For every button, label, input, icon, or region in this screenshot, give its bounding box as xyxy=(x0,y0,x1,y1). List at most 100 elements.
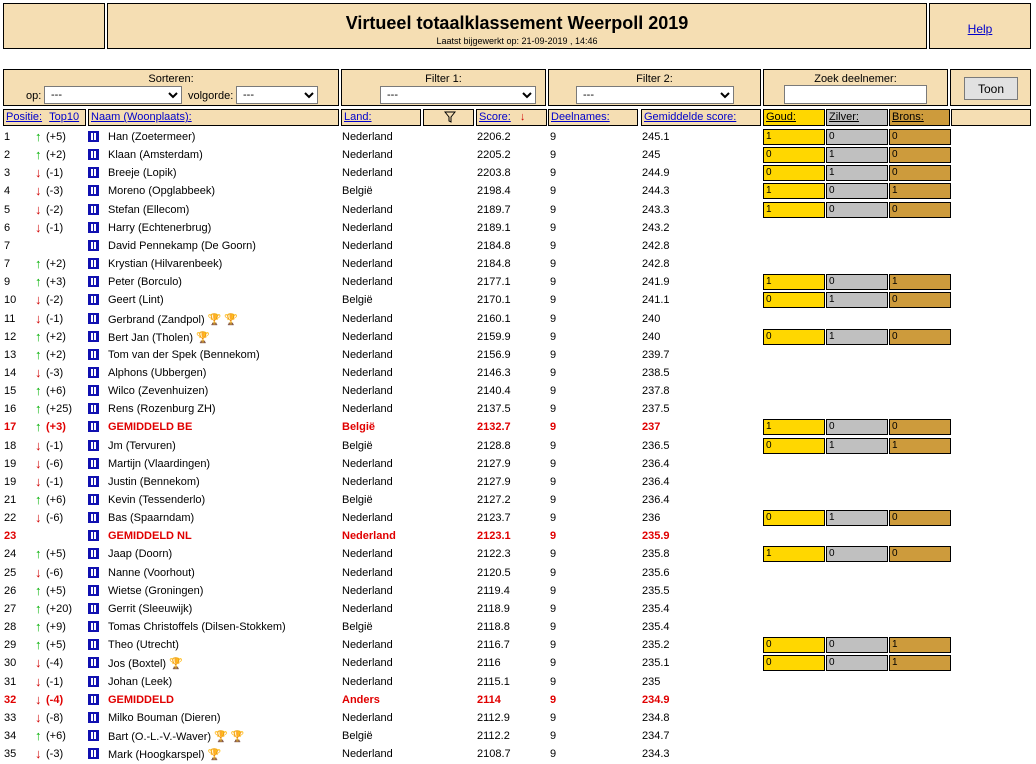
profile-icon[interactable] xyxy=(88,748,99,760)
profile-icon[interactable] xyxy=(88,621,99,633)
participant-name[interactable]: Wilco (Zevenhuizen) xyxy=(108,385,208,397)
participant-name[interactable]: Harry (Echtenerbrug) xyxy=(108,222,211,234)
profile-icon[interactable] xyxy=(88,203,99,215)
participant-name[interactable]: Bart (O.-L.-V.-Waver) 🏆 🏆 xyxy=(108,730,245,743)
table-row: 24 ↑ (+5) Jaap (Doorn) Nederland 2122.3 9 235.8… xyxy=(0,545,1036,563)
participant-name[interactable]: Wietse (Groningen) xyxy=(108,585,203,597)
position-cell: 25 xyxy=(4,566,17,579)
profile-icon[interactable] xyxy=(88,421,99,433)
participant-name[interactable]: Peter (Borculo) xyxy=(108,276,182,288)
sort-deelnames-link[interactable]: Deelnames: xyxy=(551,111,610,123)
profile-icon[interactable] xyxy=(88,312,99,324)
profile-icon[interactable] xyxy=(88,475,99,487)
participant-name[interactable]: Rens (Rozenburg ZH) xyxy=(108,403,216,415)
position-cell: 6 xyxy=(4,221,11,234)
profile-icon[interactable] xyxy=(88,330,99,342)
participant-name[interactable]: Martijn (Vlaardingen) xyxy=(108,458,210,470)
profile-icon[interactable] xyxy=(88,403,99,415)
participant-name[interactable]: Krystian (Hilvarenbeek) xyxy=(108,258,222,270)
profile-icon[interactable] xyxy=(88,639,99,651)
profile-icon[interactable] xyxy=(88,657,99,669)
table-row: 9 ↑ (+3) Peter (Borculo) Nederland 2177.1 9 241… xyxy=(0,273,1036,291)
profile-icon[interactable] xyxy=(88,494,99,505)
zilver-label[interactable]: Zilver: xyxy=(829,111,859,123)
participant-name[interactable]: Stefan (Ellecom) xyxy=(108,204,189,216)
profile-icon[interactable] xyxy=(88,258,99,270)
profile-icon[interactable] xyxy=(88,602,99,614)
participant-name[interactable]: Theo (Utrecht) xyxy=(108,639,179,651)
participant-name[interactable]: Kevin (Tessenderlo) xyxy=(108,494,205,506)
profile-icon[interactable] xyxy=(88,149,99,161)
profile-icon[interactable] xyxy=(88,131,99,142)
profile-icon[interactable] xyxy=(88,729,99,741)
participant-name[interactable]: Alphons (Ubbergen) xyxy=(108,367,206,379)
profile-icon[interactable] xyxy=(88,366,99,378)
participant-name[interactable]: Jos (Boxtel) 🏆 xyxy=(108,657,183,670)
participant-name[interactable]: Breeje (Lopik) xyxy=(108,167,176,179)
profile-icon[interactable] xyxy=(88,566,99,578)
profile-icon[interactable] xyxy=(88,276,99,288)
participant-name[interactable]: Han (Zoetermeer) xyxy=(108,131,195,143)
profile-icon[interactable] xyxy=(88,584,99,596)
filter1-select[interactable]: --- xyxy=(380,86,536,104)
average-score-cell: 244.3 xyxy=(642,185,670,198)
search-input[interactable] xyxy=(784,85,927,104)
funnel-icon[interactable] xyxy=(443,111,456,123)
participant-name[interactable]: Geert (Lint) xyxy=(108,294,164,306)
profile-icon[interactable] xyxy=(88,185,99,197)
participant-name[interactable]: Justin (Bennekom) xyxy=(108,476,200,488)
participant-name[interactable]: Nanne (Voorhout) xyxy=(108,567,195,579)
sort-score-link[interactable]: Score: xyxy=(479,111,511,123)
participant-name[interactable]: Milko Bouman (Dieren) xyxy=(108,712,220,724)
profile-icon[interactable] xyxy=(88,294,99,306)
sort-top10-link[interactable]: Top10 xyxy=(49,111,79,123)
participant-name[interactable]: David Pennekamp (De Goorn) xyxy=(108,240,256,252)
participant-name[interactable]: Tomas Christoffels (Dilsen-Stokkem) xyxy=(108,621,286,633)
profile-icon[interactable] xyxy=(88,239,99,251)
participant-name[interactable]: Gerrit (Sleeuwijk) xyxy=(108,603,192,615)
participant-name[interactable]: Gerbrand (Zandpol) 🏆 🏆 xyxy=(108,313,238,326)
position-change: (+20) xyxy=(46,602,72,615)
position-cell: 33 xyxy=(4,711,17,724)
profile-icon[interactable] xyxy=(88,675,99,687)
profile-icon[interactable] xyxy=(88,385,99,397)
participant-name[interactable]: Klaan (Amsterdam) xyxy=(108,149,203,161)
profile-icon[interactable] xyxy=(88,221,99,233)
participant-name[interactable]: Jm (Tervuren) xyxy=(108,440,176,452)
participant-name[interactable]: Bert Jan (Tholen) 🏆 xyxy=(108,331,210,344)
sort-land-link[interactable]: Land: xyxy=(344,111,372,123)
profile-icon[interactable] xyxy=(88,711,99,723)
participant-name[interactable]: Bas (Spaarndam) xyxy=(108,512,194,524)
profile-icon[interactable] xyxy=(88,348,99,360)
filter2-select[interactable]: --- xyxy=(576,86,734,104)
profile-icon[interactable] xyxy=(88,512,99,524)
profile-icon[interactable] xyxy=(88,693,99,705)
average-score-cell: 243.2 xyxy=(642,221,670,234)
profile-icon[interactable] xyxy=(88,457,99,469)
sort-naam-link[interactable]: Naam (Woonplaats): xyxy=(91,111,192,123)
profile-icon[interactable] xyxy=(88,548,99,560)
participant-name-text: Martijn (Vlaardingen) xyxy=(108,457,211,470)
help-link[interactable]: Help xyxy=(930,22,1030,36)
sort-op-select[interactable]: --- xyxy=(44,86,182,104)
toon-button[interactable]: Toon xyxy=(964,77,1018,100)
profile-icon[interactable] xyxy=(88,530,99,542)
participant-name[interactable]: GEMIDDELD xyxy=(108,694,174,706)
participant-name[interactable]: Mark (Hoogkarspel) 🏆 xyxy=(108,748,221,761)
participant-name[interactable]: GEMIDDELD BE xyxy=(108,421,192,433)
participant-name[interactable]: Tom van der Spek (Bennekom) xyxy=(108,349,260,361)
sort-gemiddelde-link[interactable]: Gemiddelde score: xyxy=(644,111,736,123)
profile-icon[interactable] xyxy=(88,167,99,179)
brons-label[interactable]: Brons: xyxy=(892,111,924,123)
sort-order-select[interactable]: --- xyxy=(236,86,318,104)
participant-name[interactable]: Jaap (Doorn) xyxy=(108,548,172,560)
sort-positie-link[interactable]: Positie: xyxy=(6,111,42,123)
participant-name[interactable]: Johan (Leek) xyxy=(108,676,172,688)
position-change: (-1) xyxy=(46,167,64,180)
participant-name[interactable]: GEMIDDELD NL xyxy=(108,530,192,542)
participant-name[interactable]: Moreno (Opglabbeek) xyxy=(108,185,215,197)
position-change: (+3) xyxy=(46,276,66,289)
goud-label[interactable]: Goud: xyxy=(766,111,796,123)
participant-name-text: Wietse (Groningen) xyxy=(108,584,204,597)
profile-icon[interactable] xyxy=(88,439,99,451)
